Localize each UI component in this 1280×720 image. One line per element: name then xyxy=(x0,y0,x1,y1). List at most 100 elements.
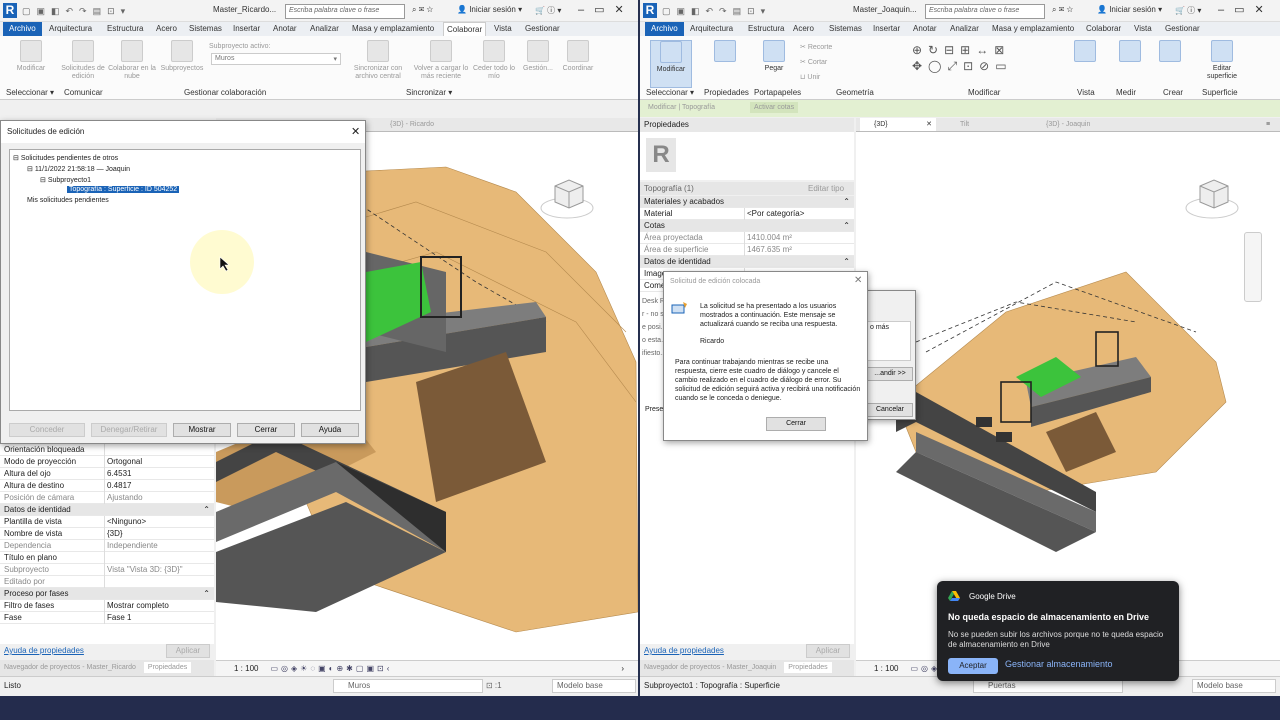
property-row[interactable]: Modo de proyección Ortogonal xyxy=(0,456,214,468)
edit-surface-button[interactable]: Editar superficie xyxy=(1202,40,1242,81)
scale-label[interactable]: 1 : 100 xyxy=(874,664,898,673)
tab-estructura[interactable]: Estructura xyxy=(745,22,787,36)
property-value[interactable]: 0.4817 xyxy=(104,480,131,492)
collapse-icon[interactable]: ⌃ xyxy=(843,220,850,232)
tab-gestionar[interactable]: Gestionar xyxy=(1162,22,1203,36)
tree-node-element-selected[interactable]: Topografía : Superficie : ID 504252 xyxy=(67,186,180,193)
property-value[interactable]: Ajustando xyxy=(104,492,143,504)
property-row[interactable]: Datos de identidad ⌃ xyxy=(640,256,854,268)
property-value[interactable]: {3D} xyxy=(104,528,123,540)
property-value[interactable] xyxy=(104,552,107,564)
tab-masa[interactable]: Masa y emplazamiento xyxy=(989,22,1077,36)
workset-select[interactable]: Muros xyxy=(333,679,483,693)
tab-colaborar[interactable]: Colaborar xyxy=(443,22,487,36)
workset-select[interactable]: Puertas xyxy=(973,679,1123,693)
active-workset-select[interactable]: Muros ▾ xyxy=(211,53,341,65)
tab-anotar[interactable]: Anotar xyxy=(910,22,940,36)
toolbar-right-icons[interactable]: ⌕ ✉ ☆ xyxy=(412,5,433,15)
type-selector[interactable]: R xyxy=(640,132,854,180)
design-option-select[interactable]: Modelo base xyxy=(552,679,636,693)
tab-vista[interactable]: Vista xyxy=(1131,22,1155,36)
search-input[interactable]: Escriba palabra clave o frase xyxy=(285,4,405,19)
tab-anotar[interactable]: Anotar xyxy=(270,22,300,36)
property-row[interactable]: Proceso por fases ⌃ xyxy=(0,588,214,600)
help-button[interactable]: Ayuda xyxy=(301,423,359,437)
grant-button[interactable]: Conceder xyxy=(9,423,85,437)
tree-node-mine[interactable]: Mis solicitudes pendientes xyxy=(27,197,109,204)
collapse-icon[interactable]: ⌃ xyxy=(203,504,210,516)
tab-vista[interactable]: Vista xyxy=(491,22,515,36)
tab-acero[interactable]: Acero xyxy=(790,22,817,36)
property-value[interactable] xyxy=(104,444,107,456)
property-value[interactable]: Fase 1 xyxy=(104,612,131,624)
deny-withdraw-button[interactable]: Denegar/Retirar xyxy=(91,423,167,437)
property-row[interactable]: Cotas ⌃ xyxy=(640,220,854,232)
property-value[interactable]: 1410.004 m² xyxy=(744,232,792,244)
panel-select[interactable]: Seleccionar ▾ xyxy=(646,88,694,97)
reload-latest-button[interactable]: Volver a cargar lo más reciente xyxy=(412,40,470,81)
project-browser-tab[interactable]: Navegador de proyectos - Master_Joaquin xyxy=(644,664,776,671)
accept-button[interactable]: Aceptar xyxy=(948,658,998,674)
manage-button[interactable]: Gestión... xyxy=(518,40,558,73)
properties-tab[interactable]: Propiedades xyxy=(143,662,192,673)
window-controls[interactable]: –▭✕ xyxy=(578,3,634,16)
property-value[interactable]: 1467.635 m² xyxy=(744,244,792,256)
property-row[interactable]: Datos de identidad ⌃ xyxy=(0,504,214,516)
create-tools[interactable] xyxy=(1155,40,1185,65)
tab-gestionar[interactable]: Gestionar xyxy=(522,22,563,36)
revit-logo-icon[interactable]: R xyxy=(643,3,657,18)
property-value[interactable]: Mostrar completo xyxy=(104,600,169,612)
activate-dims-tab[interactable]: Activar cotas xyxy=(750,102,799,113)
view-cube-icon[interactable] xyxy=(539,172,595,220)
property-value[interactable]: Ortogonal xyxy=(104,456,142,468)
close-icon[interactable]: ✕ xyxy=(854,275,862,286)
tab-masa[interactable]: Masa y emplazamiento xyxy=(349,22,437,36)
tab-acero[interactable]: Acero xyxy=(153,22,180,36)
measure-tools[interactable] xyxy=(1115,40,1145,65)
tab-insertar[interactable]: Insertar xyxy=(230,22,263,36)
property-row[interactable]: Editado por xyxy=(0,576,214,588)
edit-requests-button[interactable]: Solicitudes de edición xyxy=(60,40,106,81)
subprojects-button[interactable]: Subproyectos xyxy=(157,40,207,73)
cloud-collab-button[interactable]: Colaborar en la nube xyxy=(107,40,157,81)
cart-icon[interactable]: 🛒 ⓘ ▾ xyxy=(1175,5,1201,16)
show-button[interactable]: Mostrar xyxy=(173,423,231,437)
search-input[interactable]: Escriba palabra clave o frase xyxy=(925,4,1045,19)
view-tab-3d-active[interactable]: {3D} ✕ xyxy=(860,118,936,131)
property-value[interactable]: Vista "Vista 3D: {3D}" xyxy=(104,564,183,576)
scale-label[interactable]: 1 : 100 xyxy=(234,664,258,673)
cart-icon[interactable]: 🛒 ⓘ ▾ xyxy=(535,5,561,16)
property-row[interactable]: Título en plano xyxy=(0,552,214,564)
property-row[interactable]: Posición de cámara Ajustando xyxy=(0,492,214,504)
modify-tools-icons[interactable]: ⊕↻⊟⊞↔⊠ ✥◯⤢⊡⊘▭ xyxy=(912,42,1052,74)
close-icon[interactable]: ✕ xyxy=(351,125,360,138)
property-row[interactable]: Materiales y acabados ⌃ xyxy=(640,196,854,208)
tab-arquitectura[interactable]: Arquitectura xyxy=(687,22,736,36)
revit-logo-icon[interactable]: R xyxy=(3,3,17,18)
property-value[interactable]: 6.4531 xyxy=(104,468,131,480)
view-tab-2[interactable]: Tilt xyxy=(960,118,969,131)
tree-node-others[interactable]: ⊟ Solicitudes pendientes de otros xyxy=(13,154,118,162)
property-row[interactable]: Material <Por categoría> xyxy=(640,208,854,220)
navigation-bar[interactable] xyxy=(1244,232,1262,302)
property-value[interactable]: <Por categoría> xyxy=(744,208,804,220)
scroll-right-icon[interactable]: › xyxy=(621,661,624,676)
tab-insertar[interactable]: Insertar xyxy=(870,22,903,36)
tab-estructura[interactable]: Estructura xyxy=(104,22,146,36)
geometry-tools[interactable]: ✂ Recorte ✂ Cortar ⊔ Unir xyxy=(800,40,832,85)
property-value[interactable]: <Ninguno> xyxy=(104,516,146,528)
property-row[interactable]: Área de superficie 1467.635 m² xyxy=(640,244,854,256)
properties-help-link[interactable]: Ayuda de propiedades xyxy=(4,646,84,655)
tab-archivo[interactable]: Archivo xyxy=(645,22,684,36)
property-row[interactable]: Altura de destino 0.4817 xyxy=(0,480,214,492)
property-row[interactable]: Filtro de fases Mostrar completo xyxy=(0,600,214,612)
property-row[interactable]: Plantilla de vista <Ninguno> xyxy=(0,516,214,528)
instance-filter[interactable]: Topografía (1) Editar tipo xyxy=(640,182,854,195)
view-menu-icon[interactable]: ≡ xyxy=(1266,118,1270,131)
view-tab-3[interactable]: {3D} - Joaquin xyxy=(1046,118,1090,131)
view-tools[interactable] xyxy=(1070,40,1100,65)
property-row[interactable]: Nombre de vista {3D} xyxy=(0,528,214,540)
signin-link[interactable]: 👤 Iniciar sesión ▾ xyxy=(1097,5,1162,14)
apply-button[interactable]: Aplicar xyxy=(806,644,850,658)
panel-sync[interactable]: Sincronizar ▾ xyxy=(406,88,452,97)
